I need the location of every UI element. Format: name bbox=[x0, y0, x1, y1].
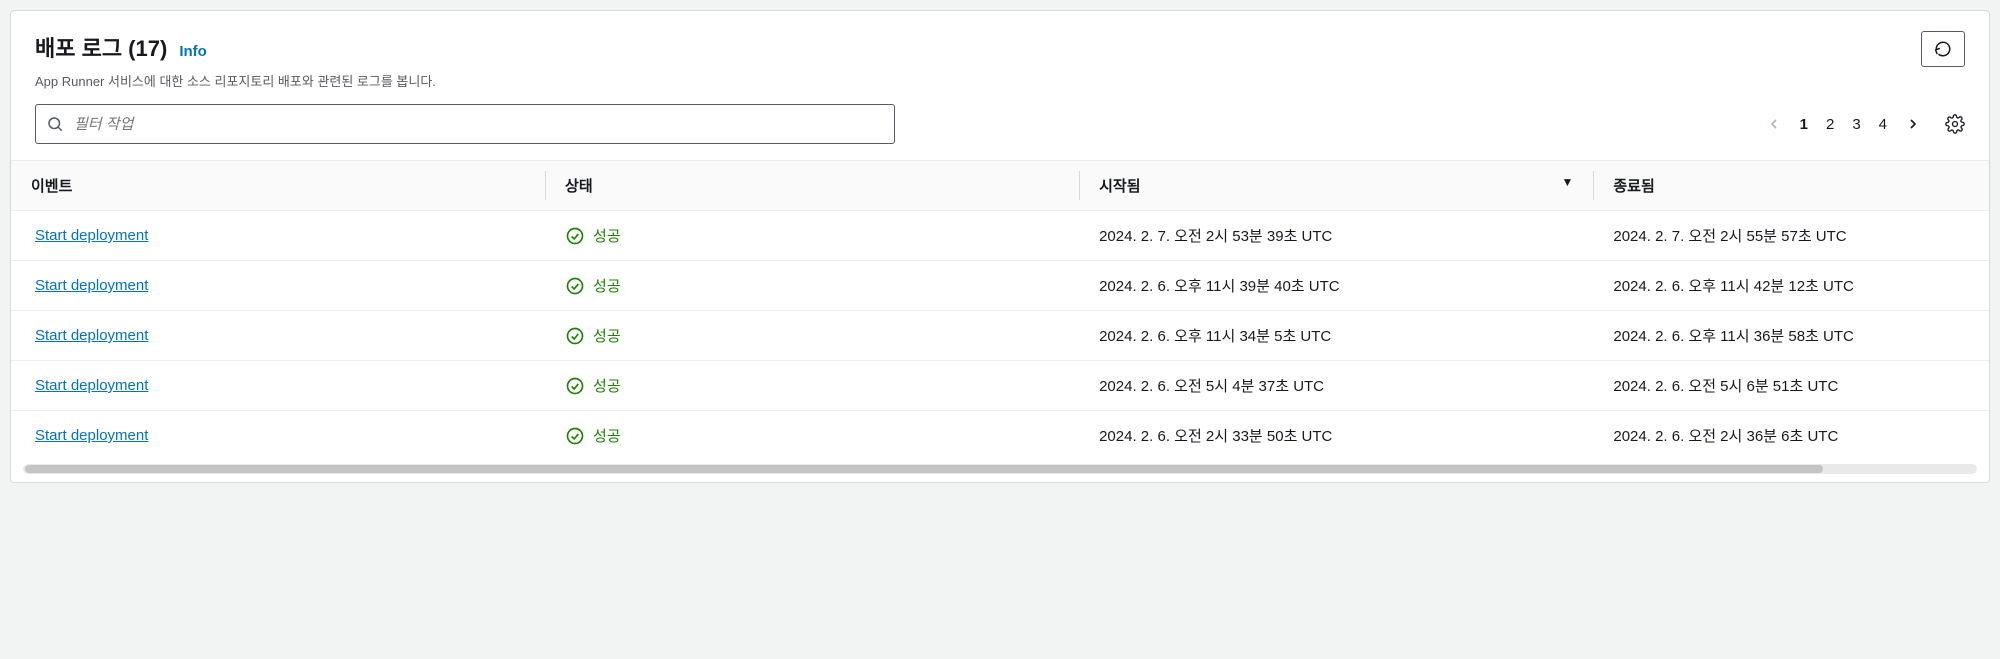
event-link[interactable]: Start deployment bbox=[35, 227, 148, 244]
started-cell: 2024. 2. 6. 오전 2시 33분 50초 UTC bbox=[1079, 411, 1593, 461]
event-link[interactable]: Start deployment bbox=[35, 377, 148, 394]
col-header-started[interactable]: 시작됨 ▼ bbox=[1079, 161, 1593, 211]
deployment-logs-table: 이벤트 상태 시작됨 ▼ 종료됨 Start deployment 성공 2024.… bbox=[11, 160, 1989, 460]
event-link[interactable]: Start deployment bbox=[35, 277, 148, 294]
page-2[interactable]: 2 bbox=[1826, 116, 1834, 133]
col-header-started-label: 시작됨 bbox=[1099, 178, 1140, 195]
search-input[interactable] bbox=[74, 116, 884, 133]
status-badge: 성공 bbox=[565, 275, 1059, 296]
status-badge: 성공 bbox=[565, 225, 1059, 246]
col-header-ended[interactable]: 종료됨 bbox=[1593, 161, 1989, 211]
page-3[interactable]: 3 bbox=[1852, 116, 1860, 133]
status-label: 성공 bbox=[593, 275, 621, 296]
started-cell: 2024. 2. 7. 오전 2시 53분 39초 UTC bbox=[1079, 211, 1593, 261]
toolbar: 1 2 3 4 bbox=[11, 90, 1989, 160]
success-check-icon bbox=[565, 426, 585, 446]
status-label: 성공 bbox=[593, 325, 621, 346]
started-cell: 2024. 2. 6. 오후 11시 39분 40초 UTC bbox=[1079, 261, 1593, 311]
started-cell: 2024. 2. 6. 오후 11시 34분 5초 UTC bbox=[1079, 311, 1593, 361]
info-link[interactable]: Info bbox=[179, 43, 207, 60]
ended-cell: 2024. 2. 6. 오후 11시 36분 58초 UTC bbox=[1593, 311, 1989, 361]
status-label: 성공 bbox=[593, 425, 621, 446]
started-cell: 2024. 2. 6. 오전 5시 4분 37초 UTC bbox=[1079, 361, 1593, 411]
col-header-status[interactable]: 상태 bbox=[545, 161, 1079, 211]
status-label: 성공 bbox=[593, 225, 621, 246]
refresh-icon bbox=[1934, 40, 1952, 58]
search-icon bbox=[46, 115, 64, 133]
pager-next[interactable] bbox=[1905, 116, 1921, 132]
ended-cell: 2024. 2. 6. 오전 2시 36분 6초 UTC bbox=[1593, 411, 1989, 461]
col-header-event-label: 이벤트 bbox=[31, 178, 72, 195]
success-check-icon bbox=[565, 276, 585, 296]
status-badge: 성공 bbox=[565, 325, 1059, 346]
page-subtitle: App Runner 서비스에 대한 소스 리포지토리 배포와 관련된 로그를 … bbox=[35, 71, 1965, 90]
scrollbar-thumb[interactable] bbox=[25, 465, 1823, 473]
status-badge: 성공 bbox=[565, 375, 1059, 396]
table-row: Start deployment 성공 2024. 2. 6. 오후 11시 34분… bbox=[11, 311, 1989, 361]
col-header-event[interactable]: 이벤트 bbox=[11, 161, 545, 211]
table-row: Start deployment 성공 2024. 2. 6. 오전 2시 33분 … bbox=[11, 411, 1989, 461]
table-header-row: 이벤트 상태 시작됨 ▼ 종료됨 bbox=[11, 161, 1989, 211]
success-check-icon bbox=[565, 226, 585, 246]
event-link[interactable]: Start deployment bbox=[35, 427, 148, 444]
status-badge: 성공 bbox=[565, 425, 1059, 446]
gear-icon bbox=[1945, 114, 1965, 134]
pager-prev bbox=[1766, 116, 1782, 132]
page-4[interactable]: 4 bbox=[1879, 116, 1887, 133]
chevron-left-icon bbox=[1766, 116, 1782, 132]
page-1[interactable]: 1 bbox=[1800, 116, 1808, 133]
col-header-ended-label: 종료됨 bbox=[1613, 178, 1654, 195]
success-check-icon bbox=[565, 376, 585, 396]
success-check-icon bbox=[565, 326, 585, 346]
panel-header: 배포 로그 (17) Info App Runner 서비스에 대한 소스 리포… bbox=[11, 11, 1989, 90]
sort-desc-icon: ▼ bbox=[1561, 175, 1573, 189]
page-title: 배포 로그 (17) bbox=[35, 31, 167, 63]
table-row: Start deployment 성공 2024. 2. 6. 오전 5시 4분 3… bbox=[11, 361, 1989, 411]
table-row: Start deployment 성공 2024. 2. 7. 오전 2시 53분 … bbox=[11, 211, 1989, 261]
pagination: 1 2 3 4 bbox=[1766, 114, 1965, 134]
refresh-button[interactable] bbox=[1921, 31, 1965, 67]
col-header-status-label: 상태 bbox=[565, 178, 593, 195]
horizontal-scrollbar[interactable] bbox=[23, 464, 1977, 474]
deployment-logs-panel: 배포 로그 (17) Info App Runner 서비스에 대한 소스 리포… bbox=[10, 10, 1990, 483]
event-link[interactable]: Start deployment bbox=[35, 327, 148, 344]
settings-button[interactable] bbox=[1945, 114, 1965, 134]
ended-cell: 2024. 2. 6. 오전 5시 6분 51초 UTC bbox=[1593, 361, 1989, 411]
search-wrapper[interactable] bbox=[35, 104, 895, 144]
ended-cell: 2024. 2. 7. 오전 2시 55분 57초 UTC bbox=[1593, 211, 1989, 261]
ended-cell: 2024. 2. 6. 오후 11시 42분 12초 UTC bbox=[1593, 261, 1989, 311]
chevron-right-icon bbox=[1905, 116, 1921, 132]
status-label: 성공 bbox=[593, 375, 621, 396]
table-row: Start deployment 성공 2024. 2. 6. 오후 11시 39분… bbox=[11, 261, 1989, 311]
